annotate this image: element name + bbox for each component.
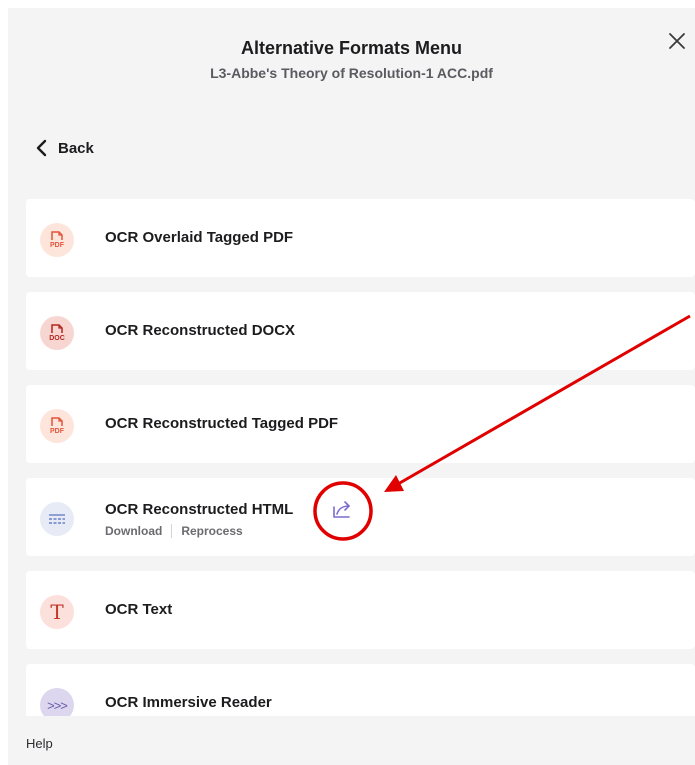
format-card-ocr-reconstructed-html[interactable]: OCR Reconstructed HTML Download Reproces… — [26, 478, 695, 556]
format-label: OCR Reconstructed DOCX — [105, 322, 296, 339]
divider — [171, 524, 173, 538]
format-label: OCR Reconstructed Tagged PDF — [105, 415, 339, 432]
text-T-icon: T — [40, 595, 74, 629]
format-card-ocr-text[interactable]: T OCR Text — [26, 571, 695, 649]
format-label: OCR Text — [105, 601, 173, 618]
help-link[interactable]: Help — [26, 736, 53, 751]
dialog-subtitle: L3-Abbe's Theory of Resolution-1 ACC.pdf — [210, 65, 493, 81]
footer-bar — [8, 716, 695, 765]
download-link[interactable]: Download — [105, 524, 162, 538]
doc-file-icon: DOC — [40, 316, 74, 350]
chevron-left-icon — [36, 139, 47, 157]
back-button[interactable]: Back — [34, 138, 94, 158]
close-icon[interactable] — [666, 30, 688, 52]
html-lines-icon — [40, 502, 74, 536]
reprocess-link[interactable]: Reprocess — [181, 524, 242, 538]
alternative-formats-dialog: Alternative Formats Menu L3-Abbe's Theor… — [8, 8, 695, 765]
dialog-title: Alternative Formats Menu — [240, 38, 463, 58]
pdf-file-icon: PDF — [40, 409, 74, 443]
pdf-file-icon: PDF — [40, 223, 74, 257]
format-label: OCR Overlaid Tagged PDF — [105, 229, 294, 246]
format-card-ocr-reconstructed-tagged-pdf[interactable]: PDF OCR Reconstructed Tagged PDF — [26, 385, 695, 463]
share-export-icon[interactable] — [331, 498, 353, 520]
format-card-ocr-reconstructed-docx[interactable]: DOC OCR Reconstructed DOCX — [26, 292, 695, 370]
format-label: OCR Reconstructed HTML — [105, 501, 294, 518]
back-label: Back — [58, 139, 94, 157]
format-label: OCR Immersive Reader — [105, 694, 272, 711]
format-actions: Download Reprocess — [105, 524, 243, 538]
format-card-ocr-overlaid-tagged-pdf[interactable]: PDF OCR Overlaid Tagged PDF — [26, 199, 695, 277]
